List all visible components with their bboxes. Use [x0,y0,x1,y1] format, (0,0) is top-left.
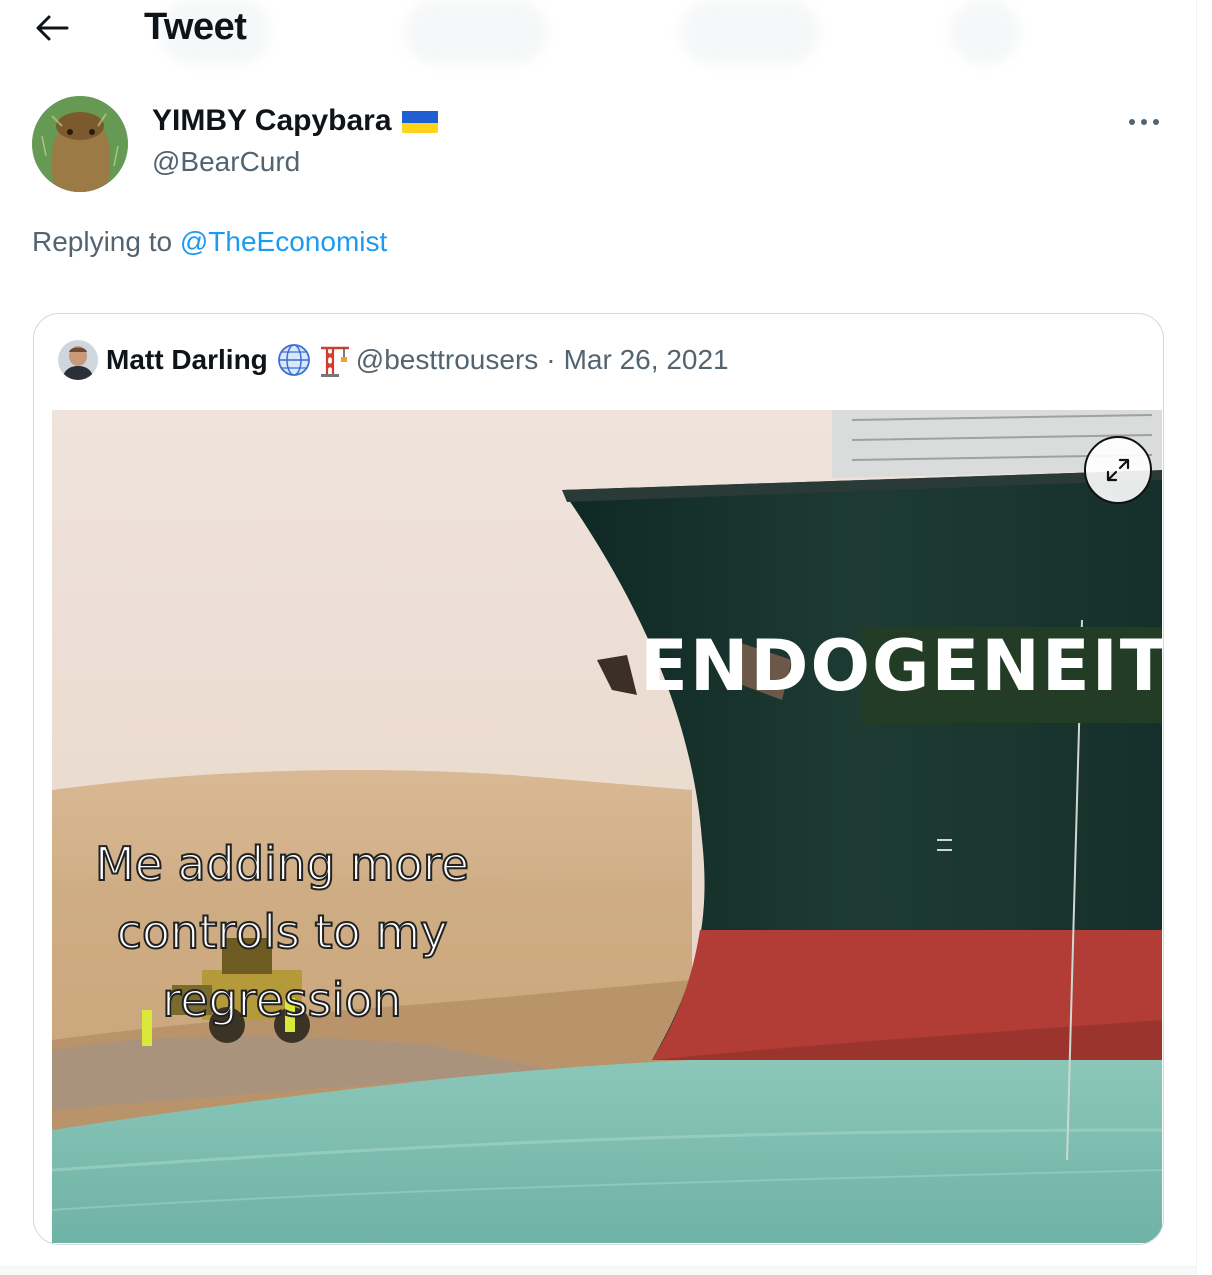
ship-meme-picture [52,410,1162,1243]
meme-image[interactable]: ENDOGENEITY Me adding more controls to m… [52,410,1162,1243]
separator-dot: · [546,344,556,375]
ship-label: ENDOGENEITY [640,625,1162,707]
quoted-tweet[interactable]: Matt Darling @besttrousers · Mar 26, 202… [33,313,1164,1245]
ukraine-flag-icon [401,109,438,133]
quoted-author-name: Matt Darling [106,344,268,375]
back-arrow-icon [36,15,69,41]
bulldozer-label: Me adding more controls to my regression [94,836,470,1028]
expand-button[interactable] [1084,436,1152,504]
blurred-background [404,0,548,64]
avatar[interactable] [32,96,128,192]
more-icon [1129,119,1159,125]
quoted-author-handle: @besttrousers [355,344,539,375]
replying-prefix: Replying to [32,226,180,257]
quoted-author-avatar [58,340,98,380]
back-button[interactable] [30,8,74,48]
replying-to-link[interactable]: @TheEconomist [180,226,387,257]
quoted-tweet-header: Matt Darling @besttrousers · Mar 26, 202… [58,338,729,382]
quoted-tweet-date: Mar 26, 2021 [563,344,729,375]
blurred-background [950,0,1020,64]
expand-icon [1106,458,1130,482]
more-button[interactable] [1120,104,1168,140]
top-bar: Tweet [0,0,1196,64]
page-title: Tweet [144,6,247,48]
author-name[interactable]: YIMBY Capybara [152,104,392,138]
globe-icon [276,342,312,378]
author-name-row[interactable]: YIMBY Capybara [152,104,438,138]
capybara-avatar-icon [32,96,128,192]
column-border [1196,0,1197,1274]
author-handle[interactable]: @BearCurd [152,146,300,178]
replying-to: Replying to @TheEconomist [32,226,387,258]
crane-icon [316,342,352,378]
blurred-background [680,0,820,64]
